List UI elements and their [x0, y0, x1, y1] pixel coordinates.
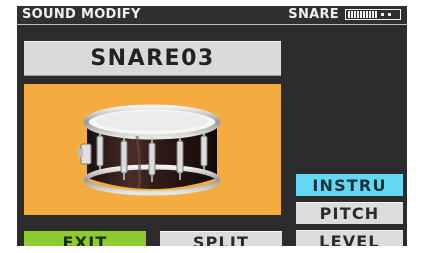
instrument-name-display[interactable]: SNARE03	[24, 41, 281, 76]
split-button[interactable]: SPLIT	[160, 231, 282, 246]
snare-drum-image	[78, 104, 221, 196]
part-label: SNARE	[288, 7, 339, 22]
pitch-button[interactable]: PITCH	[296, 202, 403, 224]
device-screen: SOUND MODIFY SNARE SNARE03 INSTRU PITCH …	[17, 6, 407, 246]
header-bar: SOUND MODIFY SNARE	[17, 6, 407, 25]
instrument-image-panel	[24, 84, 281, 215]
screen-title: SOUND MODIFY	[22, 7, 141, 22]
level-meter-icon	[345, 9, 401, 20]
instru-button[interactable]: INSTRU	[296, 174, 403, 196]
exit-button[interactable]: EXIT	[24, 231, 146, 246]
part-indicator: SNARE	[288, 7, 401, 22]
level-button[interactable]: LEVEL	[296, 230, 403, 246]
